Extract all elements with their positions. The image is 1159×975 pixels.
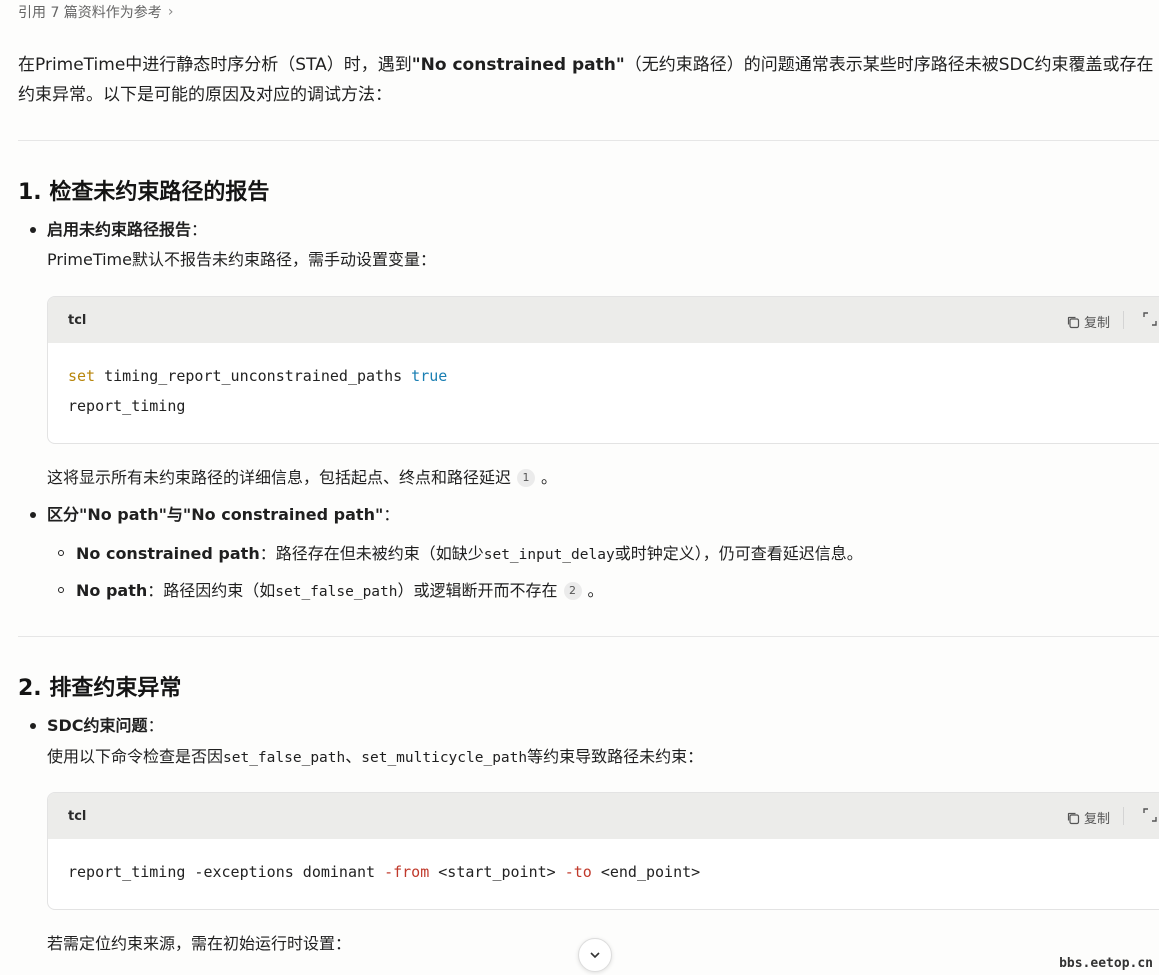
code-boolean: true [411, 367, 448, 385]
desc-text: 、 [345, 747, 362, 766]
copy-label: 复制 [1083, 812, 1110, 827]
desc-text: 使用以下命令检查是否因 [47, 747, 224, 766]
header-separator [1123, 311, 1124, 329]
code-text: report_timing [68, 397, 186, 415]
divider [18, 636, 1159, 637]
after-code-text: 若需定位约束来源，需在初始运行时设置： [47, 934, 352, 953]
reference-badge-1[interactable]: 1 [517, 469, 536, 487]
expand-icon [1143, 808, 1157, 822]
intro-paragraph: 在PrimeTime中进行静态时序分析（STA）时，遇到"No constrai… [18, 50, 1159, 110]
code-text: report_timing -exceptions dominant [68, 863, 385, 881]
code-header: tcl 复制 [48, 297, 1159, 343]
after-code-sentence: 这将显示所有未约束路径的详细信息，包括起点、终点和路径延迟 [47, 468, 512, 487]
copy-button[interactable]: 复制 [1066, 808, 1110, 827]
code-text: timing_report_unconstrained_paths [95, 367, 412, 385]
bullet-description: PrimeTime默认不报告未约束路径，需手动设置变量： [47, 250, 436, 269]
bullet-description: 使用以下命令检查是否因set_false_path、set_multicycle… [47, 745, 703, 770]
code-body: report_timing -exceptions dominant -from… [48, 839, 1159, 905]
desc-text: 等约束导致路径未约束： [527, 747, 704, 766]
copy-icon [1067, 316, 1080, 328]
code-block-1: tcl 复制 set timing_report_unconstrained_p… [47, 296, 1159, 444]
chevron-right-icon: › [167, 4, 174, 20]
copy-label: 复制 [1083, 316, 1110, 331]
code-body: set timing_report_unconstrained_paths tr… [48, 343, 1159, 439]
sub-title: No constrained path [76, 544, 260, 563]
bullet-title: 启用未约束路径报告 [47, 220, 192, 239]
inline-code: set_multicycle_path [361, 750, 528, 766]
code-option: -to [564, 863, 592, 881]
citation-link[interactable]: 引用 7 篇资料作为参考 › [18, 2, 173, 22]
sub-bullet-no-constrained: No constrained path：路径存在但未被约束（如缺少set_inp… [58, 542, 863, 567]
code-language: tcl [68, 312, 87, 328]
sub-text: 或时钟定义），仍可查看延迟信息。 [614, 544, 863, 563]
code-text: <start_point> [429, 863, 565, 881]
intro-before: 在PrimeTime中进行静态时序分析（STA）时，遇到 [18, 55, 412, 75]
chevron-down-icon [590, 952, 600, 959]
expand-button[interactable] [1142, 311, 1158, 331]
sub-text: ：路径因约束（如 [147, 581, 276, 600]
inline-code: set_false_path [223, 750, 346, 766]
copy-button[interactable]: 复制 [1066, 312, 1110, 331]
copy-icon [1067, 812, 1080, 824]
bullet-enable-report: 启用未约束路径报告： [30, 218, 207, 242]
sub-text: ：路径存在但未被约束（如缺少 [259, 544, 484, 563]
code-text: <end_point> [591, 863, 701, 881]
bullet-distinguish: 区分"No path"与"No constrained path"： [30, 503, 399, 527]
expand-button[interactable] [1142, 807, 1158, 827]
sub-bullet-no-path: No path：路径因约束（如set_false_path）或逻辑断开而不存在 2… [58, 579, 604, 604]
code-header: tcl 复制 [48, 793, 1159, 839]
divider [18, 140, 1159, 141]
sub-title: No path [76, 581, 148, 600]
code-language: tcl [68, 808, 87, 824]
colon: ： [147, 716, 164, 735]
code-option: -from [384, 863, 430, 881]
after-code-text: 这将显示所有未约束路径的详细信息，包括起点、终点和路径延迟 1 。 [47, 466, 557, 490]
colon: ： [191, 220, 208, 239]
bullet-sdc-issues: SDC约束问题： [30, 714, 164, 738]
code-block-2: tcl 复制 report_timing -exceptions dominan… [47, 792, 1159, 910]
reference-badge-2[interactable]: 2 [563, 582, 582, 600]
colon: ： [383, 505, 400, 524]
header-separator [1123, 807, 1124, 825]
inline-code: set_input_delay [483, 547, 615, 563]
expand-icon [1143, 312, 1157, 326]
period: 。 [541, 468, 558, 487]
scroll-down-button[interactable] [578, 938, 612, 972]
section-2-heading: 2. 排查约束异常 [18, 676, 182, 701]
sub-text: ）或逻辑断开而不存在 [397, 581, 558, 600]
bullet-title: SDC约束问题 [47, 716, 148, 735]
inline-code: set_false_path [275, 584, 398, 600]
section-1-heading: 1. 检查未约束路径的报告 [18, 180, 270, 205]
watermark: bbs.eetop.cn [1059, 956, 1153, 971]
code-keyword: set [68, 367, 96, 385]
bullet-title: 区分"No path"与"No constrained path" [47, 505, 384, 524]
period: 。 [587, 581, 604, 600]
citation-label: 引用 7 篇资料作为参考 [18, 5, 162, 21]
intro-bold: "No constrained path" [411, 55, 625, 75]
